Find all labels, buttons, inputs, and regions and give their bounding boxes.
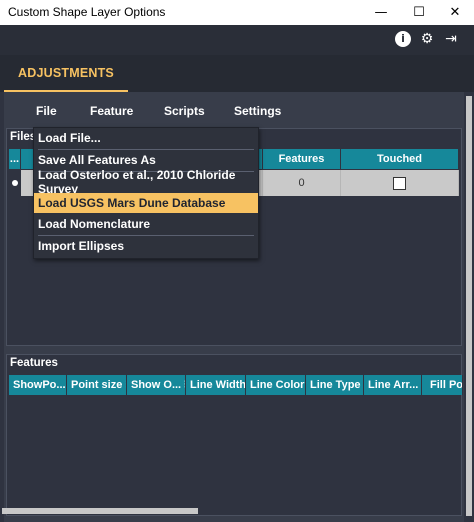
window-title: Custom Shape Layer Options xyxy=(8,5,166,19)
menu-settings[interactable]: Settings xyxy=(234,104,281,118)
gear-icon[interactable]: ⚙ xyxy=(419,31,435,47)
row-selected-dot xyxy=(12,180,18,186)
col-show-points[interactable]: ShowPo...⋮ xyxy=(9,375,67,395)
features-section-label: Features xyxy=(10,357,58,369)
col-line-width[interactable]: Line Width⋮ xyxy=(186,375,246,395)
maximize-button[interactable]: ☐ xyxy=(400,0,438,25)
top-toolbar: i ⚙ ⇥ xyxy=(0,25,474,55)
tab-strip: ADJUSTMENTS xyxy=(0,55,474,92)
col-point-size[interactable]: Point size⋮ xyxy=(67,375,127,395)
close-button[interactable]: ✕ xyxy=(436,0,474,25)
row-selector[interactable] xyxy=(9,170,21,196)
col-show-outline[interactable]: Show O...⋮ xyxy=(127,375,186,395)
horizontal-scrollbar-thumb[interactable] xyxy=(2,508,198,514)
col-fill-polygon[interactable]: Fill Po xyxy=(422,375,463,395)
vertical-scrollbar[interactable] xyxy=(464,92,474,522)
col-line-type[interactable]: Line Type⋮ xyxy=(306,375,364,395)
features-section: Features ShowPo...⋮ Point size⋮ Show O..… xyxy=(6,354,463,516)
window-titlebar: Custom Shape Layer Options — ☐ ✕ xyxy=(0,0,474,25)
info-icon[interactable]: i xyxy=(395,31,411,47)
vertical-scrollbar-thumb[interactable] xyxy=(466,96,472,516)
features-grid-header: ShowPo...⋮ Point size⋮ Show O...⋮ Line W… xyxy=(9,375,463,395)
files-col-handle[interactable]: ... xyxy=(9,149,21,169)
horizontal-scrollbar[interactable] xyxy=(2,508,458,514)
sign-out-icon[interactable]: ⇥ xyxy=(443,31,459,47)
tab-adjustments[interactable]: ADJUSTMENTS xyxy=(4,55,128,92)
menu-item-load-osterloo[interactable]: Load Osterloo et al., 2010 Chloride Surv… xyxy=(34,168,258,196)
col-line-arrow[interactable]: Line Arr...⋮ xyxy=(364,375,422,395)
file-dropdown-menu: Load File... Save All Features As Load O… xyxy=(33,127,259,259)
menu-item-load-usgs-dunes[interactable]: Load USGS Mars Dune Database xyxy=(34,193,258,213)
col-line-color[interactable]: Line Color⋮ xyxy=(246,375,306,395)
app-body: i ⚙ ⇥ ADJUSTMENTS File Feature Scripts S… xyxy=(0,25,474,522)
menu-scripts[interactable]: Scripts xyxy=(164,104,205,118)
features-count-cell: 0 xyxy=(263,170,341,196)
files-col-touched[interactable]: Touched xyxy=(341,149,459,169)
minimize-button[interactable]: — xyxy=(362,0,400,25)
menu-bar: File Feature Scripts Settings xyxy=(4,96,464,128)
menu-item-load-file[interactable]: Load File... xyxy=(34,128,258,148)
menu-feature[interactable]: Feature xyxy=(90,104,133,118)
files-col-features[interactable]: Features xyxy=(263,149,341,169)
menu-file[interactable]: File xyxy=(36,104,57,118)
menu-item-import-ellipses[interactable]: Import Ellipses xyxy=(34,236,258,256)
menu-item-save-all-features[interactable]: Save All Features As xyxy=(34,150,258,170)
touched-checkbox[interactable] xyxy=(393,176,406,190)
touched-cell xyxy=(341,170,459,196)
menu-item-load-nomenclature[interactable]: Load Nomenclature xyxy=(34,214,258,234)
